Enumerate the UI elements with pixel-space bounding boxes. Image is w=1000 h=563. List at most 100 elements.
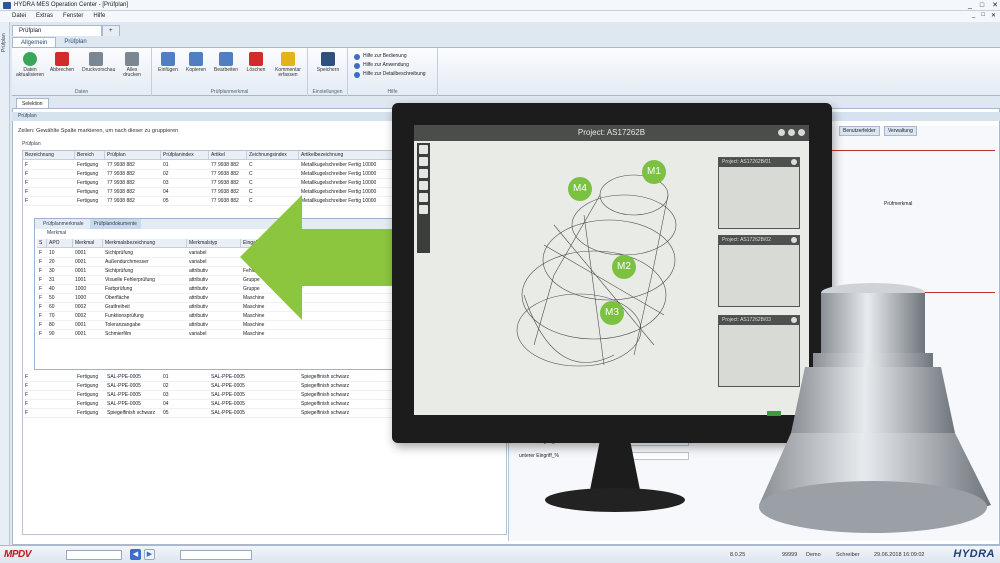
- table-cell: 01: [163, 374, 169, 380]
- selection-tab[interactable]: Selektion: [16, 98, 49, 108]
- save-button[interactable]: Speichern: [314, 52, 342, 73]
- group-label-pruefplanmerkmal: Prüfplanmerkmal: [210, 89, 249, 95]
- zoom-icon[interactable]: [419, 193, 428, 202]
- col-s[interactable]: S: [37, 239, 47, 248]
- table-cell: F: [39, 331, 43, 337]
- help-operation-label: Hilfe zur Bedienung: [363, 53, 407, 59]
- comment-button[interactable]: Kommentar erfassen: [274, 52, 302, 78]
- insert-icon: [161, 52, 175, 66]
- app-icon: [3, 2, 11, 9]
- table-cell: Gratfreiheit: [105, 304, 130, 310]
- col-merkmalstyp[interactable]: Merkmalstyp: [187, 239, 241, 248]
- group-label-daten: Daten: [74, 89, 89, 95]
- help-operation-link[interactable]: Hilfe zur Bedienung: [354, 53, 407, 60]
- thumbnail-1[interactable]: Project: AS17262B/01: [718, 157, 800, 229]
- comment-label: Kommentar erfassen: [275, 67, 301, 78]
- table-cell: Farbprüfung: [105, 286, 133, 292]
- nav-back-button[interactable]: ◀: [130, 549, 141, 560]
- tab-pruefplandokumente[interactable]: Prüfplandokumente: [89, 219, 141, 229]
- help-application-link[interactable]: Hilfe zur Anwendung: [354, 62, 409, 69]
- copy-button[interactable]: Kopieren: [182, 52, 210, 73]
- copy-label: Kopieren: [185, 67, 206, 73]
- col-apo[interactable]: APO: [47, 239, 73, 248]
- copy-icon: [189, 52, 203, 66]
- minimize-button[interactable]: _: [968, 1, 972, 10]
- table-cell: Spiegelfinish schwarz: [107, 410, 156, 416]
- redo-icon[interactable]: [419, 157, 428, 166]
- insert-button[interactable]: Einfügen: [154, 52, 182, 73]
- marker-m2: M2: [612, 255, 636, 279]
- print-preview-button[interactable]: Druckvorschau: [82, 52, 115, 73]
- ribbon-group-daten: Daten aktualisieren Abbrechen Druckvorsc…: [12, 48, 152, 96]
- table-cell: Sichtprüfung: [105, 250, 134, 256]
- col-pruefplan[interactable]: Prüfplan: [105, 151, 161, 160]
- ribbon-tab-allgemein[interactable]: Allgemein: [12, 37, 57, 47]
- print-preview-icon: [89, 52, 103, 66]
- status-dropdown-1[interactable]: [66, 550, 122, 560]
- col-artikel[interactable]: Artikel: [209, 151, 247, 160]
- col-pruefplanindex[interactable]: Prüfplanindex: [161, 151, 209, 160]
- rotate-icon[interactable]: [419, 181, 428, 190]
- nav-forward-button[interactable]: ▶: [144, 549, 155, 560]
- table-cell: 31: [49, 277, 55, 283]
- tab-pruefplanmerkmale[interactable]: Prüfplanmerkmale: [39, 219, 88, 229]
- window-title: HYDRA MES Operation Center - [Prüfplan]: [14, 2, 129, 8]
- save-label: Speichern: [316, 67, 340, 73]
- help-detail-label: Hilfe zur Detailbeschreibung: [363, 71, 426, 77]
- mdi-restore-button[interactable]: □: [981, 12, 985, 19]
- table-cell: variabel: [189, 259, 207, 265]
- tab-verwaltung[interactable]: Verwaltung: [884, 126, 917, 136]
- doc-tab-pruefplan[interactable]: Prüfplan: [12, 25, 102, 36]
- col-zeichnungsindex[interactable]: Zeichnungsindex: [247, 151, 299, 160]
- side-label: Prüfmerkmal: [884, 201, 913, 207]
- refresh-button[interactable]: Daten aktualisieren: [16, 52, 44, 78]
- new-tab-button[interactable]: +: [102, 25, 120, 36]
- table-cell: Fertigung: [77, 171, 99, 177]
- maximize-button[interactable]: □: [980, 1, 984, 10]
- delete-button[interactable]: Löschen: [242, 52, 270, 73]
- close-icon[interactable]: [791, 159, 797, 165]
- edit-icon: [219, 52, 233, 66]
- table-cell: 77 9938 882: [107, 189, 135, 195]
- table-cell: [247, 382, 299, 390]
- left-dock-tab[interactable]: Prüfplan: [0, 22, 10, 545]
- cancel-button[interactable]: Abbrechen: [48, 52, 76, 73]
- menu-hilfe[interactable]: Hilfe: [93, 11, 105, 22]
- col-bereich[interactable]: Bereich: [75, 151, 105, 160]
- table-cell: 77 9938 882: [107, 162, 135, 168]
- help-detail-link[interactable]: Hilfe zur Detailbeschreibung: [354, 71, 426, 78]
- status-dropdown-2[interactable]: [180, 550, 252, 560]
- col-bezeichnung[interactable]: Bezeichnung: [23, 151, 75, 160]
- table-cell: 30: [49, 268, 55, 274]
- table-cell: 77 9938 882: [107, 198, 135, 204]
- undo-icon[interactable]: [419, 169, 428, 178]
- cancel-icon: [55, 52, 69, 66]
- measure-icon[interactable]: [419, 205, 428, 214]
- table-cell: attributiv: [189, 286, 208, 292]
- mdi-close-button[interactable]: ✕: [991, 12, 996, 19]
- col-merkmalsbezeichnung[interactable]: Merkmalsbezeichnung: [103, 239, 187, 248]
- table-cell: F: [39, 295, 43, 301]
- monitor-stand: [545, 440, 685, 512]
- col-merkmal[interactable]: Merkmal: [73, 239, 103, 248]
- table-cell: 10: [49, 250, 55, 256]
- table-cell: 03: [163, 392, 169, 398]
- print-all-button[interactable]: Alles drucken: [118, 52, 146, 78]
- table-cell: 50: [49, 295, 55, 301]
- ribbon-tabs: Allgemein Prüfplan: [12, 37, 95, 47]
- close-button[interactable]: ✕: [992, 1, 998, 10]
- edit-button[interactable]: Bearbeiten: [212, 52, 240, 73]
- window-dot-icon: [788, 129, 795, 136]
- close-icon[interactable]: [791, 237, 797, 243]
- menu-extras[interactable]: Extras: [36, 11, 53, 22]
- new-doc-icon[interactable]: [419, 145, 428, 154]
- menu-fenster[interactable]: Fenster: [63, 11, 83, 22]
- ribbon-tab-pruefplan[interactable]: Prüfplan: [56, 37, 94, 47]
- menu-datei[interactable]: Datei: [12, 11, 26, 22]
- table-cell: 02: [163, 383, 169, 389]
- tab-benutzerfelder[interactable]: Benutzerfelder: [839, 126, 880, 136]
- table-cell: F: [25, 392, 29, 398]
- table-cell: variabel: [189, 331, 207, 337]
- mdi-minimize-button[interactable]: _: [972, 12, 975, 19]
- detail-caption: Merkmal: [47, 230, 67, 236]
